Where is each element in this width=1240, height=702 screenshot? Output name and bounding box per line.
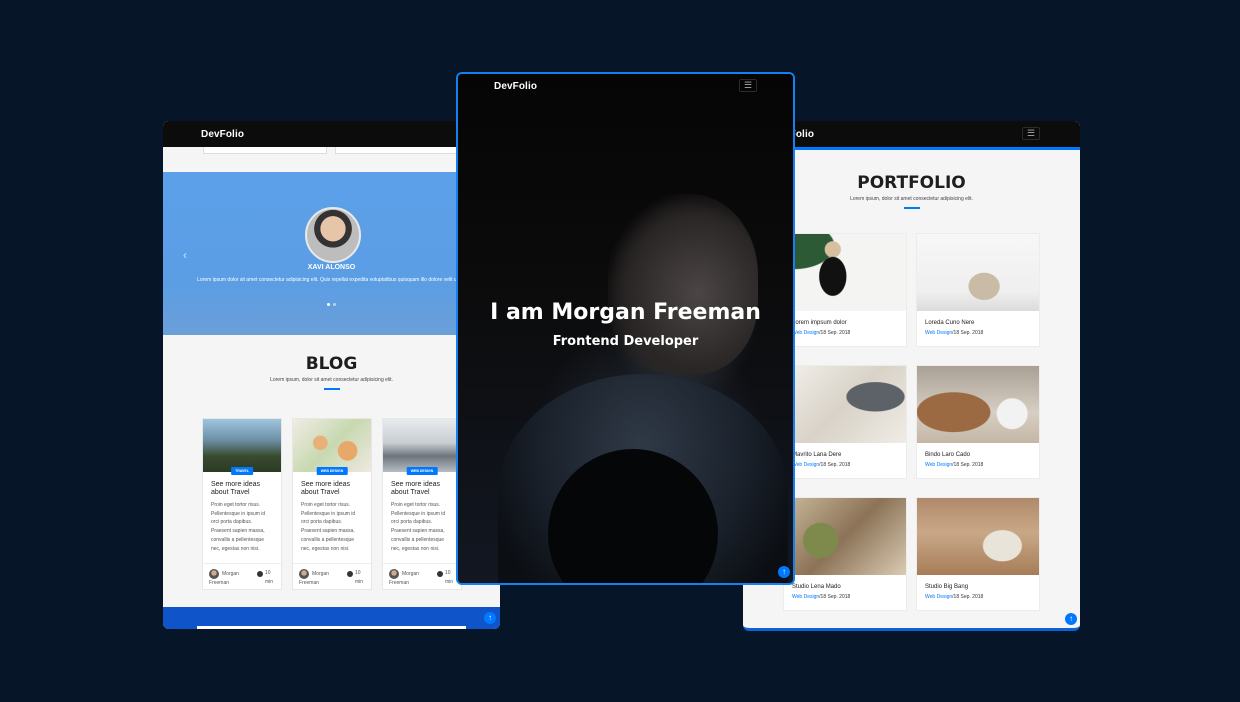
showcase-stage: DevFolio ☰ ‹ XAVI ALONSO Lorem ipsum dol… (0, 0, 1240, 702)
section-subtitle: Lorem ipsum, dolor sit amet consectetur … (270, 377, 393, 383)
portfolio-meta: Web Design/18 Sep. 2018 (792, 594, 898, 600)
portfolio-meta: Web Design/18 Sep. 2018 (925, 462, 1031, 468)
date: /18 Sep. 2018 (819, 594, 851, 600)
blog-card[interactable]: WEB DESIGN See more ideas about Travel P… (292, 418, 372, 590)
back-to-top-icon[interactable]: ↑ (484, 612, 496, 624)
portfolio-item[interactable]: Mavrito Lana Dere Web Design/18 Sep. 201… (783, 365, 907, 479)
brand-logo[interactable]: DevFolio (201, 129, 244, 140)
portfolio-image (917, 366, 1039, 443)
carousel-dots[interactable] (163, 303, 500, 306)
portfolio-meta: Web Design/18 Sep. 2018 (792, 330, 898, 336)
date: /18 Sep. 2018 (819, 462, 851, 468)
card-text: Proin eget tortor risus. Pellentesque in… (301, 502, 356, 552)
portfolio-image (784, 234, 906, 311)
date: /18 Sep. 2018 (952, 462, 984, 468)
clock-icon (347, 571, 353, 577)
card-text: Proin eget tortor risus. Pellentesque in… (211, 502, 266, 552)
read-time: 10 min (265, 570, 274, 585)
back-to-top-icon[interactable]: ↑ (778, 566, 790, 578)
category-link[interactable]: Web Design (925, 462, 952, 468)
blog-card[interactable]: WEB DESIGN See more ideas about Travel P… (382, 418, 462, 590)
category-link[interactable]: Web Design (792, 462, 819, 468)
portfolio-grid: Lorem impsum dolor Web Design/18 Sep. 20… (783, 233, 1040, 611)
portfolio-image (784, 366, 906, 443)
portfolio-meta: Web Design/18 Sep. 2018 (792, 462, 898, 468)
portfolio-title: Lorem impsum dolor (792, 320, 847, 326)
menu-icon[interactable]: ☰ (739, 79, 757, 92)
portfolio-item[interactable]: Studio Big Bang Web Design/18 Sep. 2018 (916, 497, 1040, 611)
portfolio-title: Studio Lena Mado (792, 584, 841, 590)
portfolio-image (784, 498, 906, 575)
footer-bar (197, 626, 466, 629)
author-name: Morgan Freeman (299, 571, 329, 586)
navbar: DevFolio ☰ (163, 121, 500, 147)
card-footer: Morgan Freeman 10 min (383, 563, 461, 589)
author-name: Morgan Freeman (209, 571, 239, 586)
portfolio-item[interactable]: Bindo Laro Cado Web Design/18 Sep. 2018 (916, 365, 1040, 479)
hero-page-window: DevFolio ☰ I am Morgan Freeman Frontend … (456, 72, 795, 585)
avatar (305, 207, 361, 263)
portfolio-item[interactable]: Lorem impsum dolor Web Design/18 Sep. 20… (783, 233, 907, 347)
card-title[interactable]: See more ideas about Travel (211, 481, 273, 497)
portfolio-item[interactable]: Loreda Cuno Nere Web Design/18 Sep. 2018 (916, 233, 1040, 347)
card-footer: Morgan Freeman 10 min (293, 563, 371, 589)
date: /18 Sep. 2018 (819, 330, 851, 336)
category-badge[interactable]: TRAVEL (231, 467, 253, 475)
menu-icon[interactable]: ☰ (1022, 127, 1040, 140)
hero-background (458, 74, 793, 583)
testimonial-section: ‹ XAVI ALONSO Lorem ipsum dolor sit amet… (163, 172, 500, 335)
date: /18 Sep. 2018 (952, 330, 984, 336)
card-title[interactable]: See more ideas about Travel (391, 481, 453, 497)
category-badge[interactable]: WEB DESIGN (406, 467, 438, 475)
card-image (293, 419, 371, 472)
footer-band: ↑ (163, 607, 500, 629)
category-link[interactable]: Web Design (792, 594, 819, 600)
card-text: Proin eget tortor risus. Pellentesque in… (391, 502, 446, 552)
card-footer: Morgan Freeman 10 min (203, 563, 281, 589)
portfolio-image (917, 234, 1039, 311)
hero-subtitle: Frontend Developer (552, 334, 699, 349)
section-title: BLOG (305, 354, 358, 374)
chevron-left-icon[interactable]: ‹ (183, 248, 187, 262)
blog-header: BLOG Lorem ipsum, dolor sit amet consect… (163, 354, 500, 390)
card-title[interactable]: See more ideas about Travel (301, 481, 363, 497)
card-image (383, 419, 461, 472)
portfolio-meta: Web Design/18 Sep. 2018 (925, 594, 1031, 600)
category-link[interactable]: Web Design (792, 330, 819, 336)
testimonial-name: XAVI ALONSO (307, 264, 356, 271)
blog-card[interactable]: TRAVEL See more ideas about Travel Proin… (202, 418, 282, 590)
clock-icon (437, 571, 443, 577)
portfolio-title: Mavrito Lana Dere (792, 452, 842, 458)
testimonial-text: Lorem ipsum dolor sit amet consectetur a… (197, 277, 466, 283)
category-link[interactable]: Web Design (925, 594, 952, 600)
read-time: 10 min (355, 570, 364, 585)
portfolio-title: Bindo Laro Cado (925, 452, 971, 458)
clock-icon (257, 571, 263, 577)
portfolio-item[interactable]: Studio Lena Mado Web Design/18 Sep. 2018 (783, 497, 907, 611)
portfolio-image (917, 498, 1039, 575)
portfolio-meta: Web Design/18 Sep. 2018 (925, 330, 1031, 336)
blog-page-window: DevFolio ☰ ‹ XAVI ALONSO Lorem ipsum dol… (163, 121, 500, 629)
card-image (203, 419, 281, 472)
back-to-top-icon[interactable]: ↑ (1065, 613, 1077, 625)
hero-title: I am Morgan Freeman (490, 300, 761, 325)
blog-cards: TRAVEL See more ideas about Travel Proin… (202, 418, 462, 590)
brand-logo[interactable]: DevFolio (494, 81, 537, 92)
date: /18 Sep. 2018 (952, 594, 984, 600)
category-link[interactable]: Web Design (925, 330, 952, 336)
category-badge[interactable]: WEB DESIGN (316, 467, 348, 475)
section-divider (903, 207, 920, 209)
navbar: DevFolio ☰ (458, 74, 793, 100)
section-divider (323, 388, 340, 390)
portfolio-title: Loreda Cuno Nere (925, 320, 975, 326)
portfolio-title: Studio Big Bang (925, 584, 969, 590)
author-name: Morgan Freeman (389, 571, 419, 586)
